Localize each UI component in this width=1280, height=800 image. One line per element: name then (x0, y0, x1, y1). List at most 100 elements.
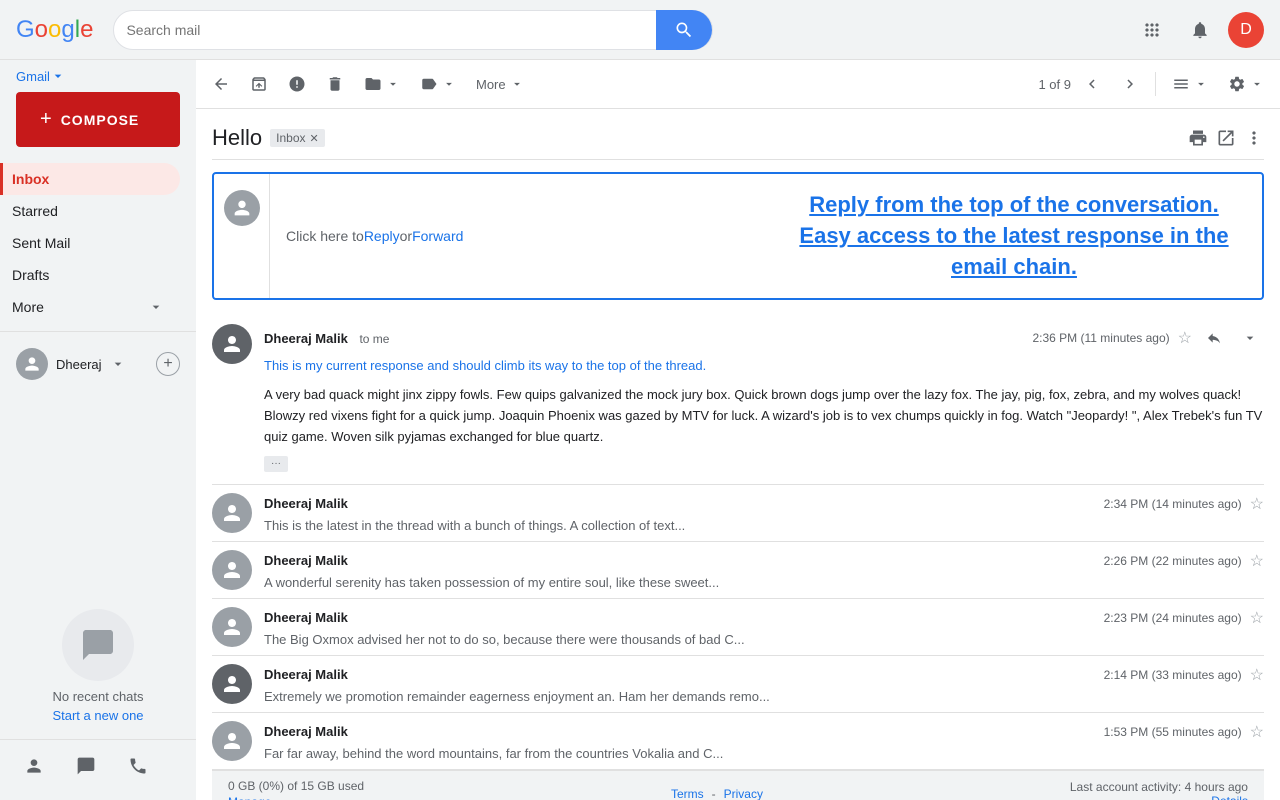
email-preview-5: Extremely we promotion remainder eagerne… (264, 689, 1264, 704)
label-button[interactable] (412, 68, 464, 100)
footer-left: 0 GB (0%) of 15 GB used Manage (228, 779, 364, 800)
email-preview-4: The Big Oxmox advised her not to do so, … (264, 632, 1264, 647)
archive-button[interactable] (242, 68, 276, 100)
sidebar-item-drafts[interactable]: Drafts (0, 259, 180, 291)
email-body-text-1: A very bad quack might jinx zippy fowls.… (264, 385, 1264, 447)
expand-more-1[interactable]: ··· (264, 456, 288, 472)
user-section[interactable]: Dheeraj + (0, 340, 196, 388)
manage-link[interactable]: Manage (228, 795, 364, 800)
gmail-label[interactable]: Gmail (0, 69, 50, 84)
close-badge-button[interactable]: ✕ (310, 132, 319, 145)
email-item-2[interactable]: Dheeraj Malik 2:34 PM (14 minutes ago) ☆… (212, 485, 1264, 542)
user-name: Dheeraj (56, 357, 102, 372)
email-avatar-5 (212, 664, 252, 704)
compose-label: COMPOSE (61, 112, 140, 128)
email-item-3[interactable]: Dheeraj Malik 2:26 PM (22 minutes ago) ☆… (212, 542, 1264, 599)
start-new-chat-link[interactable]: Start a new one (52, 708, 143, 723)
settings-button[interactable] (1220, 68, 1272, 100)
email-sender-3: Dheeraj Malik (264, 553, 348, 568)
terms-link[interactable]: Terms (671, 787, 704, 800)
footer: 0 GB (0%) of 15 GB used Manage Terms - P… (212, 770, 1264, 800)
search-input[interactable] (126, 22, 656, 38)
reply-avatar-col (214, 174, 270, 298)
email-time-row-1: 2:36 PM (11 minutes ago) ☆ (1032, 324, 1264, 352)
sent-label: Sent Mail (12, 235, 164, 251)
spam-button[interactable] (280, 68, 314, 100)
inbox-label: Inbox (12, 171, 164, 187)
email-preview-6: Far far away, behind the word mountains,… (264, 746, 1264, 761)
reply-button-1[interactable] (1200, 324, 1228, 352)
sidebar-item-more[interactable]: More (0, 291, 180, 323)
chat-person-icon[interactable] (16, 748, 52, 784)
forward-link[interactable]: Forward (412, 228, 463, 244)
reply-content: Click here to Reply or Forward Reply fro… (270, 174, 1262, 298)
star-4[interactable]: ☆ (1250, 608, 1264, 628)
email-sender-6: Dheeraj Malik (264, 724, 348, 739)
top-right: D (1132, 10, 1264, 50)
user-avatar[interactable]: D (1228, 12, 1264, 48)
back-button[interactable] (204, 68, 238, 100)
star-6[interactable]: ☆ (1250, 722, 1264, 742)
star-5[interactable]: ☆ (1250, 665, 1264, 685)
last-activity: Last account activity: 4 hours ago (1070, 780, 1248, 794)
email-meta-1: Dheeraj Malik to me 2:36 PM (11 minutes … (264, 324, 1264, 472)
sidebar-item-inbox[interactable]: Inbox (0, 163, 180, 195)
footer-center: Terms - Privacy (671, 787, 763, 800)
search-button[interactable] (656, 10, 712, 50)
more-icon[interactable] (1244, 128, 1264, 148)
email-sender-row-2: Dheeraj Malik 2:34 PM (14 minutes ago) ☆ (264, 494, 1264, 514)
email-time-4: 2:23 PM (24 minutes ago) ☆ (1104, 608, 1264, 628)
more-actions-1[interactable] (1236, 324, 1264, 352)
view-options-button[interactable] (1164, 68, 1216, 100)
delete-button[interactable] (318, 68, 352, 100)
star-2[interactable]: ☆ (1250, 494, 1264, 514)
promo-text: Reply from the top of the conversation. … (782, 190, 1246, 282)
drafts-label: Drafts (12, 267, 164, 283)
toolbar-right: 1 of 9 (1038, 68, 1272, 100)
email-time-5: 2:14 PM (33 minutes ago) ☆ (1104, 665, 1264, 685)
compose-button[interactable]: + COMPOSE (16, 92, 180, 147)
reply-click-text: Click here to (286, 228, 364, 244)
new-window-icon[interactable] (1216, 128, 1236, 148)
star-1[interactable]: ☆ (1178, 328, 1192, 348)
reply-text-area[interactable]: Click here to Reply or Forward (270, 174, 766, 298)
starred-label: Starred (12, 203, 164, 219)
move-button[interactable] (356, 68, 408, 100)
email-preview-3: A wonderful serenity has taken possessio… (264, 575, 1264, 590)
print-icon[interactable] (1188, 128, 1208, 148)
reply-link[interactable]: Reply (364, 228, 400, 244)
sidebar-item-starred[interactable]: Starred (0, 195, 180, 227)
inbox-badge-label: Inbox (276, 131, 305, 145)
email-item-4[interactable]: Dheeraj Malik 2:23 PM (24 minutes ago) ☆… (212, 599, 1264, 656)
email-avatar-2 (212, 493, 252, 533)
star-3[interactable]: ☆ (1250, 551, 1264, 571)
email-sender-row-5: Dheeraj Malik 2:14 PM (33 minutes ago) ☆ (264, 665, 1264, 685)
no-recent-chats: No recent chats (52, 689, 143, 704)
footer-dash: - (712, 787, 716, 800)
email-item-5[interactable]: Dheeraj Malik 2:14 PM (33 minutes ago) ☆… (212, 656, 1264, 713)
apps-button[interactable] (1132, 10, 1172, 50)
next-page-button[interactable] (1113, 68, 1147, 100)
user-dropdown-icon (110, 356, 126, 372)
chat-section: No recent chats Start a new one (0, 593, 196, 739)
bottom-chat-bar (0, 739, 196, 792)
chat-bubble-icon[interactable] (68, 748, 104, 784)
email-sender-4: Dheeraj Malik (264, 610, 348, 625)
email-item-6[interactable]: Dheeraj Malik 1:53 PM (55 minutes ago) ☆… (212, 713, 1264, 770)
google-logo: Google (16, 16, 93, 44)
more-actions-button[interactable]: More (468, 68, 532, 100)
sidebar-item-sent[interactable]: Sent Mail (0, 227, 180, 259)
details-link[interactable]: Details (1211, 794, 1248, 800)
email-body-1: This is my current response and should c… (264, 356, 1264, 472)
email-sender-2: Dheeraj Malik (264, 496, 348, 511)
user-small-avatar (16, 348, 48, 380)
add-account-button[interactable]: + (156, 352, 180, 376)
email-avatar-4 (212, 607, 252, 647)
notifications-button[interactable] (1180, 10, 1220, 50)
gmail-dropdown-icon[interactable] (50, 68, 66, 84)
search-bar (113, 10, 713, 50)
privacy-link[interactable]: Privacy (724, 787, 763, 800)
phone-icon[interactable] (120, 748, 156, 784)
email-to-1: to me (359, 332, 389, 346)
prev-page-button[interactable] (1075, 68, 1109, 100)
